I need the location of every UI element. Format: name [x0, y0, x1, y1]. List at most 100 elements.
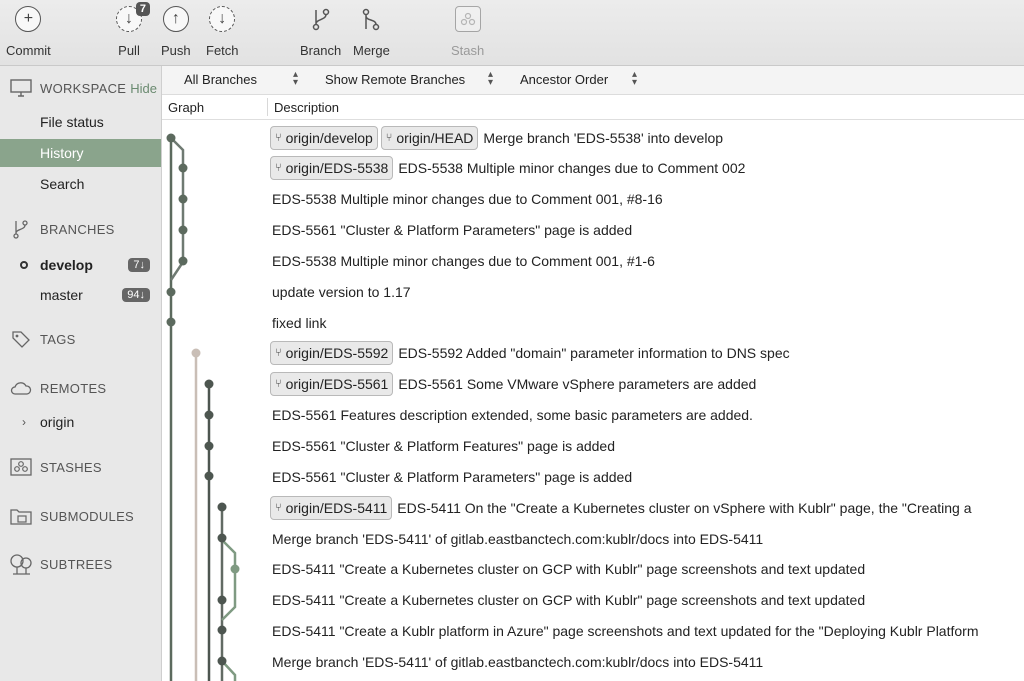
sidebar-section-subtrees[interactable]: SUBTREES [0, 550, 161, 578]
order-select[interactable]: Ancestor Order [520, 72, 608, 87]
sidebar-section-stashes[interactable]: STASHES [0, 453, 161, 481]
sidebar: WORKSPACE Hide File status History Searc… [0, 66, 162, 681]
hide-link[interactable]: Hide [130, 81, 157, 96]
commit-message: EDS-5561 "Cluster & Platform Features" p… [272, 438, 615, 454]
sidebar-section-submodules[interactable]: SUBMODULES [0, 502, 161, 530]
pull-icon: ↓ 7 [116, 2, 150, 32]
commit-button[interactable]: + Commit [6, 6, 51, 58]
push-button[interactable]: ↑ Push [161, 6, 191, 58]
commit-row[interactable]: ⑂ origin/EDS-5561 EDS-5561 Some VMware vSp… [270, 369, 1024, 400]
branch-tag: ⑂ origin/EDS-5411 [270, 495, 393, 520]
filter-bar: All Branches ▴ ▾ Show Remote Branches ▴ ▾ … [162, 66, 1024, 95]
commit-row[interactable]: Merge branch 'EDS-5411' of gitlab.eastba… [270, 523, 1024, 554]
branch-icon: ⑂ [275, 162, 282, 175]
pull-button[interactable]: ↓ 7 Pull [116, 2, 150, 58]
commit-row[interactable]: EDS-5538 Multiple minor changes due to C… [270, 184, 1024, 215]
commit-message: EDS-5411 On the "Create a Kubernetes clu… [397, 499, 972, 516]
updown-chevron-icon[interactable]: ▴ ▾ [293, 70, 298, 88]
branch-icon [9, 219, 33, 239]
merge-button[interactable]: Merge [353, 6, 390, 58]
branch-tag-label: origin/develop [285, 129, 373, 146]
commit-row[interactable]: fixed link [270, 307, 1024, 338]
commit-message: EDS-5538 Multiple minor changes due to C… [272, 191, 663, 208]
commit-message: EDS-5411 "Create a Kublr platform in Azu… [272, 623, 979, 640]
commit-row[interactable]: ⑂ origin/EDS-5592 EDS-5592 Added "domain" … [270, 338, 1024, 369]
commit-row[interactable]: EDS-5411 "Create a Kubernetes cluster on… [270, 554, 1024, 585]
arrow-up-icon: ↑ [162, 6, 189, 32]
branch-filter-select[interactable]: All Branches [184, 72, 257, 87]
stash-icon [9, 457, 33, 477]
commit-message: EDS-5411 "Create a Kubernetes cluster on… [272, 592, 866, 609]
commit-message: EDS-5561 Some VMware vSphere parameters … [398, 376, 757, 393]
sidebar-item-master[interactable]: master 94↓ [0, 281, 161, 309]
sidebar-item-origin[interactable]: › origin [0, 408, 161, 436]
sidebar-section-branches[interactable]: BRANCHES [0, 215, 161, 243]
chevron-right-icon[interactable]: › [22, 415, 26, 429]
sidebar-item-file-status[interactable]: File status [0, 108, 161, 136]
tag-icon [9, 329, 33, 349]
commit-row[interactable]: EDS-5561 "Cluster & Platform Parameters"… [270, 215, 1024, 246]
commit-row[interactable]: EDS-5561 "Cluster & Platform Features" p… [270, 431, 1024, 462]
sidebar-item-history[interactable]: History [0, 139, 161, 167]
branch-tag: ⑂ origin/EDS-5592 [270, 341, 394, 366]
submodule-icon [9, 506, 33, 526]
commit-list: ⑂ origin/develop ⑂ origin/HEAD Merge branch … [270, 120, 1024, 681]
commit-message: EDS-5411 "Create a Kubernetes cluster on… [272, 561, 866, 578]
fetch-icon: ↓ [209, 6, 236, 32]
subtree-icon [9, 554, 33, 575]
commit-message: EDS-5538 Multiple minor changes due to C… [398, 160, 746, 177]
commit-graph [166, 133, 240, 681]
commit-message: EDS-5561 "Cluster & Platform Parameters"… [272, 468, 633, 485]
commit-row[interactable]: EDS-5561 Features description extended, … [270, 400, 1024, 431]
commit-row[interactable]: EDS-5561 "Cluster & Platform Parameters"… [270, 461, 1024, 492]
commit-row[interactable]: ⑂ origin/develop ⑂ origin/HEAD Merge branch … [270, 122, 1024, 153]
branch-tag: ⑂ origin/EDS-5561 [270, 372, 394, 397]
graph-column-header[interactable]: Graph [168, 100, 204, 115]
branch-icon: ⑂ [275, 347, 282, 360]
sidebar-section-remotes[interactable]: REMOTES [0, 374, 161, 402]
sidebar-item-search[interactable]: Search [0, 170, 161, 198]
commit-row[interactable]: update version to 1.17 [270, 276, 1024, 307]
toolbar: + Commit ↓ 7 Pull ↑ Push ↓ Fetch Branch … [0, 0, 1024, 66]
sidebar-section-workspace: WORKSPACE Hide [0, 74, 161, 102]
commit-message: Merge branch 'EDS-5411' of gitlab.eastba… [272, 530, 764, 547]
updown-chevron-icon[interactable]: ▴ ▾ [488, 70, 493, 88]
branch-icon: ⑂ [275, 131, 282, 144]
branch-icon [308, 6, 334, 32]
commit-row[interactable]: EDS-5411 "Create a Kubernetes cluster on… [270, 585, 1024, 616]
commit-row[interactable]: ⑂ origin/EDS-5411 EDS-5411 On the "Create … [270, 492, 1024, 523]
commit-row[interactable]: Merge branch 'EDS-5411' of gitlab.eastba… [270, 646, 1024, 677]
cloud-icon [9, 378, 33, 398]
plus-icon: + [15, 6, 42, 32]
merge-icon [358, 6, 384, 32]
commit-message: Merge branch 'EDS-5538' into develop [483, 129, 724, 146]
column-divider[interactable] [267, 98, 268, 116]
commit-row[interactable]: EDS-5538 Multiple minor changes due to C… [270, 245, 1024, 276]
sidebar-section-tags[interactable]: TAGS [0, 325, 161, 353]
stash-icon [454, 6, 481, 32]
branch-icon: ⑂ [385, 131, 393, 144]
behind-count-badge: 94↓ [122, 288, 150, 302]
branch-tag: ⑂ origin/HEAD [380, 125, 479, 150]
updown-chevron-icon[interactable]: ▴ ▾ [632, 70, 637, 88]
branch-tag-label: origin/EDS-5561 [285, 376, 389, 393]
branch-icon: ⑂ [275, 378, 282, 391]
behind-count-badge: 7↓ [128, 258, 150, 272]
sidebar-item-develop[interactable]: develop 7↓ [0, 251, 161, 279]
commit-dots [166, 133, 240, 666]
branch-tag: ⑂ origin/develop [270, 125, 378, 150]
commit-row[interactable]: ⑂ origin/EDS-5538 EDS-5538 Multiple minor … [270, 153, 1024, 184]
current-branch-icon [20, 261, 28, 269]
commit-message: Merge branch 'EDS-5411' of gitlab.eastba… [272, 653, 764, 670]
commit-message: EDS-5538 Multiple minor changes due to C… [272, 252, 655, 269]
commit-row[interactable]: EDS-5411 "Create a Kublr platform in Azu… [270, 616, 1024, 647]
fetch-button[interactable]: ↓ Fetch [206, 6, 239, 58]
branch-tag-label: origin/EDS-5411 [285, 499, 388, 516]
branch-button[interactable]: Branch [300, 6, 341, 58]
commit-message: EDS-5561 "Cluster & Platform Parameters"… [272, 222, 633, 239]
remote-filter-select[interactable]: Show Remote Branches [325, 72, 465, 87]
description-column-header[interactable]: Description [274, 100, 339, 115]
stash-button[interactable]: Stash [451, 6, 484, 58]
commit-message: update version to 1.17 [272, 283, 411, 300]
pull-badge: 7 [135, 2, 150, 16]
